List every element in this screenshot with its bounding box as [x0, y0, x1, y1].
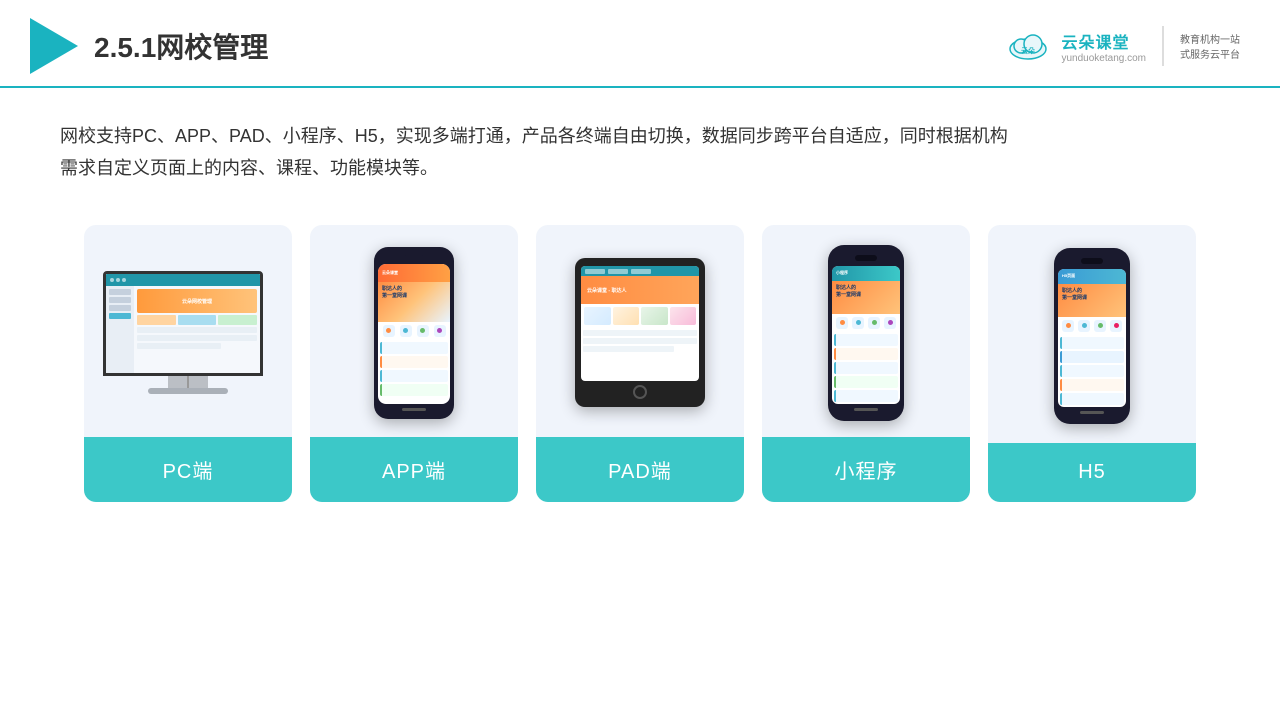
card-app-image: 云朵课堂 职达人的第一堂网课: [310, 225, 518, 437]
card-pad: 云朵课堂 - 职达人: [536, 225, 744, 502]
pc-monitor-icon: 云朵网校管理: [103, 271, 273, 394]
description-area: 网校支持PC、APP、PAD、小程序、H5，实现多端打通，产品各终端自由切换，数…: [0, 88, 1280, 205]
card-pc: 云朵网校管理: [84, 225, 292, 502]
svg-text:云朵: 云朵: [1021, 46, 1036, 55]
card-app-label: APP端: [310, 437, 518, 502]
card-miniapp-label: 小程序: [762, 437, 970, 502]
card-h5-label: H5: [988, 443, 1196, 502]
card-app: 云朵课堂 职达人的第一堂网课: [310, 225, 518, 502]
h5-phone-icon: H5页面 职达人的第一堂网课: [1054, 248, 1130, 424]
card-pc-label: PC端: [84, 437, 292, 502]
card-h5-image: H5页面 职达人的第一堂网课: [988, 225, 1196, 443]
header-left: 2.5.1网校管理: [30, 18, 268, 74]
brand-sub-text: 教育机构一站 式服务云平台: [1180, 31, 1240, 61]
logo-triangle-icon: [30, 18, 78, 74]
cards-container: 云朵网校管理: [0, 205, 1280, 532]
page-title: 2.5.1网校管理: [94, 26, 268, 66]
brand-logo: 云朵: [1003, 27, 1053, 65]
card-pad-image: 云朵课堂 - 职达人: [536, 225, 744, 437]
brand-subtitle2: 式服务云平台: [1180, 46, 1240, 61]
app-phone-icon: 云朵课堂 职达人的第一堂网课: [374, 247, 454, 419]
card-miniapp-image: 小程序 职达人的第一堂网课: [762, 225, 970, 437]
miniapp-phone-icon: 小程序 职达人的第一堂网课: [828, 245, 904, 421]
card-h5: H5页面 职达人的第一堂网课: [988, 225, 1196, 502]
description-text: 网校支持PC、APP、PAD、小程序、H5，实现多端打通，产品各终端自由切换，数…: [60, 120, 1220, 185]
header-right: 云朵 云朵课堂 yunduoketang.com 教育机构一站 式服务云平台: [1003, 26, 1240, 66]
separator: [1162, 26, 1164, 66]
cloud-icon: 云朵: [1003, 27, 1053, 65]
header: 2.5.1网校管理 云朵 云朵课堂 yunduoketang.com 教育机构一…: [0, 0, 1280, 88]
card-miniapp: 小程序 职达人的第一堂网课: [762, 225, 970, 502]
brand-text: 云朵课堂 yunduoketang.com: [1061, 29, 1146, 64]
brand-url: yunduoketang.com: [1061, 53, 1146, 64]
pad-tablet-icon: 云朵课堂 - 职达人: [575, 258, 705, 407]
card-pad-label: PAD端: [536, 437, 744, 502]
card-pc-image: 云朵网校管理: [84, 225, 292, 437]
brand-name: 云朵课堂: [1061, 29, 1129, 53]
brand-subtitle: 教育机构一站: [1180, 31, 1240, 46]
